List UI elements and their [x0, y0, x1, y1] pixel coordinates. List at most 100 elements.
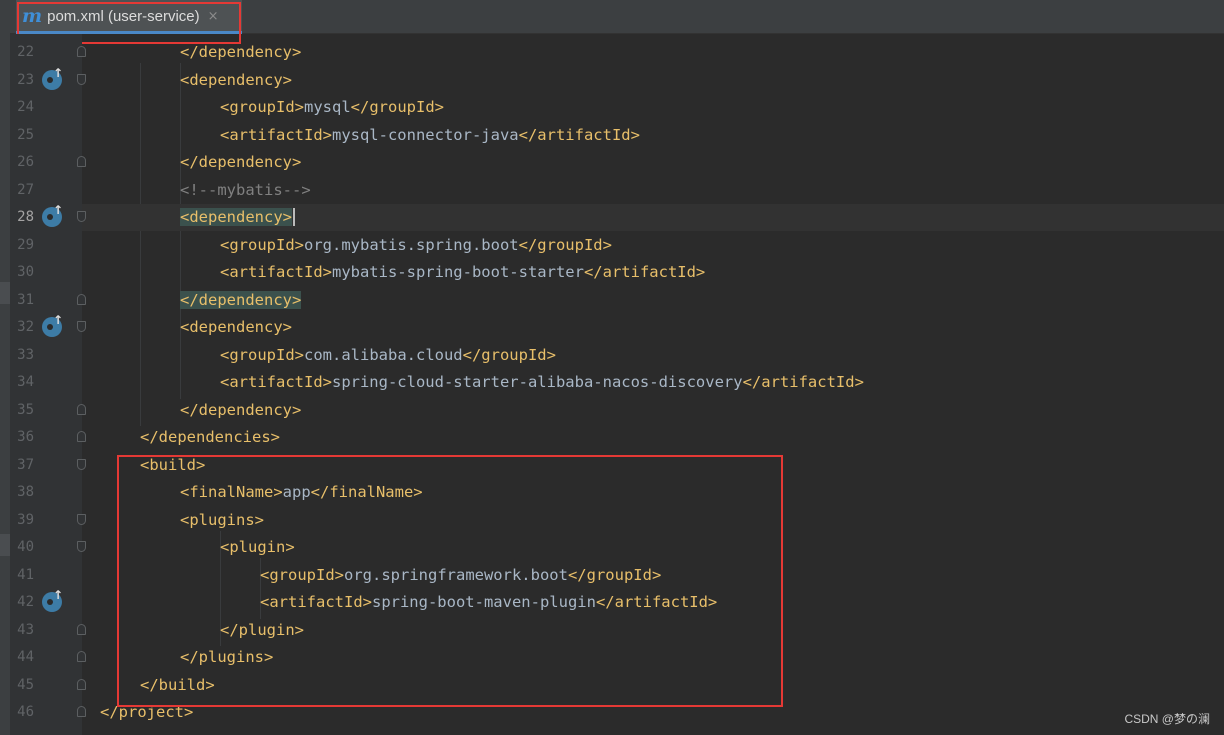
code-line[interactable]: </build> — [77, 672, 1224, 699]
fold-close-icon[interactable] — [77, 678, 86, 690]
code-line[interactable]: <dependency> — [77, 314, 1224, 341]
code-line[interactable]: <plugins> — [77, 507, 1224, 534]
xml-value: mysql — [304, 98, 351, 116]
gutter-line: 35 — [10, 397, 82, 424]
maven-dependency-icon[interactable] — [42, 588, 63, 612]
code-text: </dependency> — [180, 401, 301, 419]
xml-value: org.mybatis.spring.boot — [304, 235, 519, 254]
maven-file-icon: m — [22, 5, 43, 27]
code-text: <artifactId>spring-boot-maven-plugin</ar… — [260, 593, 717, 611]
fold-open-icon[interactable] — [77, 73, 86, 85]
close-icon[interactable]: × — [208, 9, 219, 24]
tab-pom-xml[interactable]: m pom.xml (user-service) × — [16, 0, 242, 34]
xml-tag: </groupId> — [350, 98, 444, 116]
xml-tag: </dependency> — [180, 153, 302, 171]
code-text: <dependency> — [180, 71, 292, 89]
line-number: 22 — [17, 44, 34, 60]
gutter-line: 43 — [10, 617, 82, 644]
line-number: 45 — [17, 676, 34, 693]
fold-close-icon[interactable] — [77, 431, 86, 442]
code-line[interactable]: <!--mybatis--> — [82, 177, 1224, 204]
fold-close-icon[interactable] — [77, 403, 86, 415]
xml-tag: <dependency> — [180, 70, 292, 89]
code-line[interactable]: </plugins> — [77, 644, 1224, 671]
gutter-line: 45 — [10, 672, 82, 699]
line-number: 35 — [17, 401, 34, 418]
line-number: 33 — [17, 346, 34, 363]
fold-open-icon[interactable] — [77, 321, 86, 332]
fold-close-icon[interactable] — [77, 706, 86, 717]
code-line[interactable]: <finalName>app</finalName> — [82, 479, 1224, 506]
fold-open-icon[interactable] — [77, 458, 86, 470]
xml-tag: </artifactId> — [595, 593, 718, 611]
xml-tag: <plugins> — [180, 510, 264, 529]
xml-tag: </plugin> — [220, 620, 304, 639]
xml-tag: </project> — [100, 703, 194, 721]
code-line[interactable]: <artifactId>mybatis-spring-boot-starter<… — [82, 259, 1224, 286]
fold-close-icon[interactable] — [77, 46, 86, 57]
code-text: <plugins> — [180, 511, 264, 529]
fold-open-icon[interactable] — [77, 513, 86, 525]
code-editor[interactable]: 22 23 24 25 26 27 28 29 30 31 32 33 34 35 36 37 38 39 40 41… — [10, 34, 1224, 735]
gutter-line: 38 — [10, 479, 82, 506]
code-line[interactable]: <artifactId>spring-cloud-starter-alibaba… — [82, 369, 1224, 396]
code-text: <plugin> — [220, 538, 295, 556]
code-text: </project> — [100, 703, 193, 721]
fold-open-icon[interactable] — [77, 541, 86, 552]
code-line[interactable]: </dependencies> — [77, 424, 1224, 451]
fold-close-icon[interactable] — [77, 293, 86, 305]
code-line[interactable]: </dependency> — [77, 397, 1224, 424]
maven-dependency-icon[interactable] — [42, 203, 63, 227]
code-text: <artifactId>mybatis-spring-boot-starter<… — [220, 263, 705, 281]
code-text: <artifactId>mysql-connector-java</artifa… — [220, 126, 640, 144]
code-line[interactable]: <groupId>mysql</groupId> — [82, 94, 1224, 121]
xml-value: com.alibaba.cloud — [304, 345, 463, 364]
code-line[interactable]: <dependency> — [77, 204, 1224, 231]
fold-close-icon[interactable] — [77, 651, 86, 662]
gutter-line: 46 — [10, 699, 82, 726]
code-line[interactable]: <artifactId>mysql-connector-java</artifa… — [82, 122, 1224, 149]
xml-tag: </build> — [140, 675, 215, 694]
line-number: 25 — [17, 126, 34, 143]
xml-tag: </artifactId> — [518, 125, 640, 144]
code-line[interactable]: <plugin> — [77, 534, 1224, 561]
code-line[interactable]: <groupId>com.alibaba.cloud</groupId> — [82, 342, 1224, 369]
fold-close-icon[interactable] — [77, 623, 86, 635]
line-number: 36 — [17, 429, 34, 445]
xml-tag: <groupId> — [220, 98, 304, 116]
xml-tag: <artifactId> — [220, 373, 332, 391]
code-line[interactable]: </dependency> — [77, 39, 1224, 66]
code-text: <artifactId>spring-cloud-starter-alibaba… — [220, 373, 864, 391]
code-line[interactable]: <dependency> — [77, 67, 1224, 94]
line-number: 32 — [17, 319, 34, 335]
xml-tag: <groupId> — [260, 565, 344, 584]
code-line[interactable]: </project> — [77, 699, 1224, 726]
code-line[interactable]: </dependency> — [77, 287, 1224, 314]
gutter-line: 27 — [10, 177, 82, 204]
fold-open-icon[interactable] — [77, 211, 86, 222]
code-line[interactable]: <build> — [77, 452, 1224, 479]
code-line[interactable]: <artifactId>spring-boot-maven-plugin</ar… — [82, 589, 1224, 616]
code-text: <dependency> — [180, 318, 292, 336]
code-line[interactable]: </plugin> — [77, 617, 1224, 644]
code-line[interactable]: </dependency> — [77, 149, 1224, 176]
code-text: <groupId>org.springframework.boot</group… — [260, 566, 661, 584]
xml-tag: </artifactId> — [583, 263, 706, 281]
xml-tag: <build> — [140, 455, 206, 474]
code-line[interactable]: <groupId>org.springframework.boot</group… — [82, 562, 1224, 589]
code-line[interactable]: <groupId>org.mybatis.spring.boot</groupI… — [82, 232, 1224, 259]
maven-dependency-icon[interactable] — [42, 313, 63, 337]
xml-tag: <dependency> — [180, 208, 292, 226]
xml-value: org.springframework.boot — [344, 565, 568, 584]
code-text: <dependency> — [180, 208, 295, 226]
fold-close-icon[interactable] — [77, 156, 86, 167]
editor-gutter: 22 23 24 25 26 27 28 29 30 31 32 33 34 35 36 37 38 39 40 41… — [10, 34, 82, 735]
code-area[interactable]: </dependency> <dependency> <groupId>mysql<… — [77, 34, 1224, 735]
maven-dependency-icon[interactable] — [42, 66, 63, 90]
gutter-line: 32 — [10, 313, 82, 341]
xml-tag: <groupId> — [220, 345, 304, 364]
xml-value: spring-cloud-starter-alibaba-nacos-disco… — [331, 373, 743, 391]
xml-tag: <groupId> — [220, 235, 304, 254]
gutter-line: 41 — [10, 562, 82, 589]
left-tool-strip — [0, 0, 10, 735]
